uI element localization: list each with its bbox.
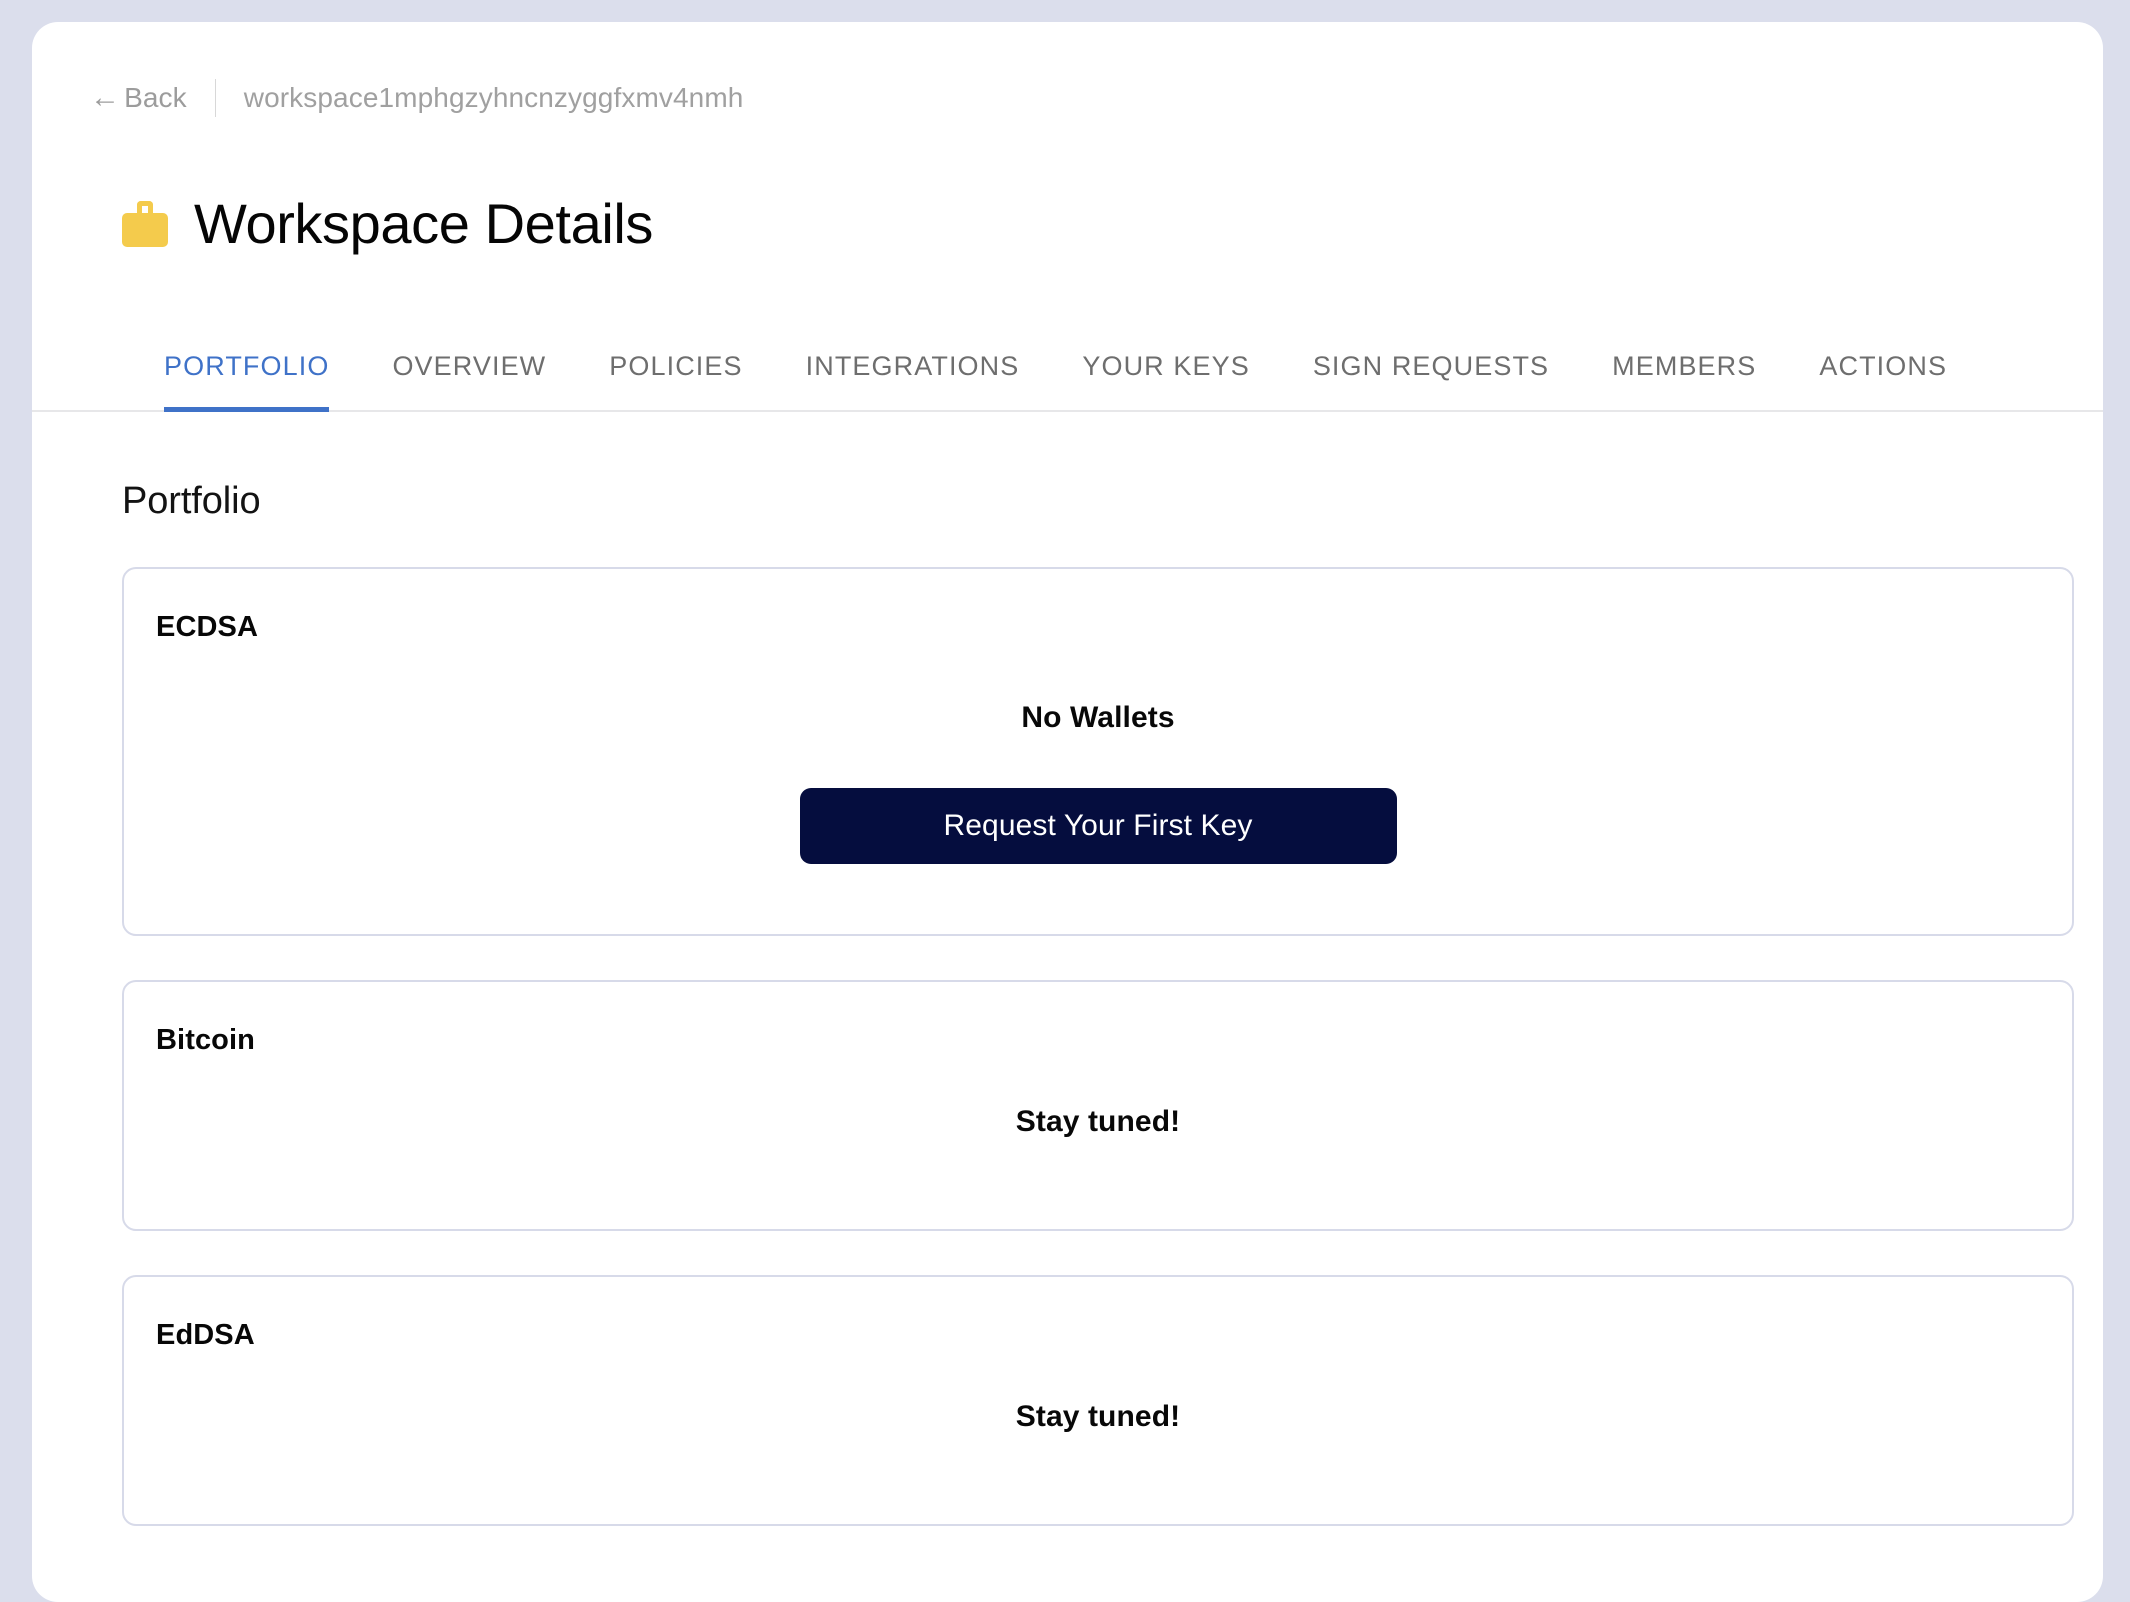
portfolio-card-bitcoin: Bitcoin Stay tuned! [122, 979, 2074, 1231]
portfolio-card-ecdsa: ECDSA No Wallets Request Your First Key [122, 566, 2074, 936]
tab-actions[interactable]: ACTIONS [1819, 352, 1947, 410]
page-title: Workspace Details [194, 191, 654, 255]
workspace-id-text: workspace1mphgzyhncnzyggfxmv4nmh [243, 82, 744, 113]
tab-portfolio[interactable]: PORTFOLIO [164, 352, 330, 412]
breadcrumb-divider [214, 79, 216, 117]
tab-bar: PORTFOLIO OVERVIEW POLICIES INTEGRATIONS… [32, 352, 2103, 412]
workspace-details-panel: ← Back workspace1mphgzyhncnzyggfxmv4nmh … [32, 22, 2103, 1602]
empty-state-heading: No Wallets [1021, 700, 1175, 734]
tab-members[interactable]: MEMBERS [1612, 352, 1756, 410]
back-button[interactable]: ← Back [90, 83, 187, 113]
card-title-ecdsa: ECDSA [156, 610, 259, 643]
stay-tuned-message-eddsa: Stay tuned! [1015, 1399, 1181, 1433]
tab-sign-requests[interactable]: SIGN REQUESTS [1313, 352, 1549, 410]
card-title-eddsa: EdDSA [156, 1318, 255, 1351]
stay-tuned-message-bitcoin: Stay tuned! [1015, 1104, 1181, 1138]
tab-overview[interactable]: OVERVIEW [392, 352, 546, 410]
breadcrumb: ← Back workspace1mphgzyhncnzyggfxmv4nmh [32, 22, 2103, 117]
portfolio-content: Portfolio ECDSA No Wallets Request Your … [32, 480, 2103, 1526]
back-button-label: Back [124, 82, 187, 113]
section-title: Portfolio [122, 479, 261, 522]
briefcase-icon [122, 200, 168, 247]
page-header: Workspace Details [32, 117, 2103, 291]
card-title-bitcoin: Bitcoin [156, 1023, 255, 1056]
request-first-key-button[interactable]: Request Your First Key [799, 787, 1397, 864]
back-arrow-icon: ← [90, 81, 121, 114]
tab-your-keys[interactable]: YOUR KEYS [1082, 352, 1249, 410]
portfolio-card-eddsa: EdDSA Stay tuned! [122, 1274, 2074, 1526]
tab-policies[interactable]: POLICIES [609, 352, 742, 410]
tab-integrations[interactable]: INTEGRATIONS [806, 352, 1020, 410]
